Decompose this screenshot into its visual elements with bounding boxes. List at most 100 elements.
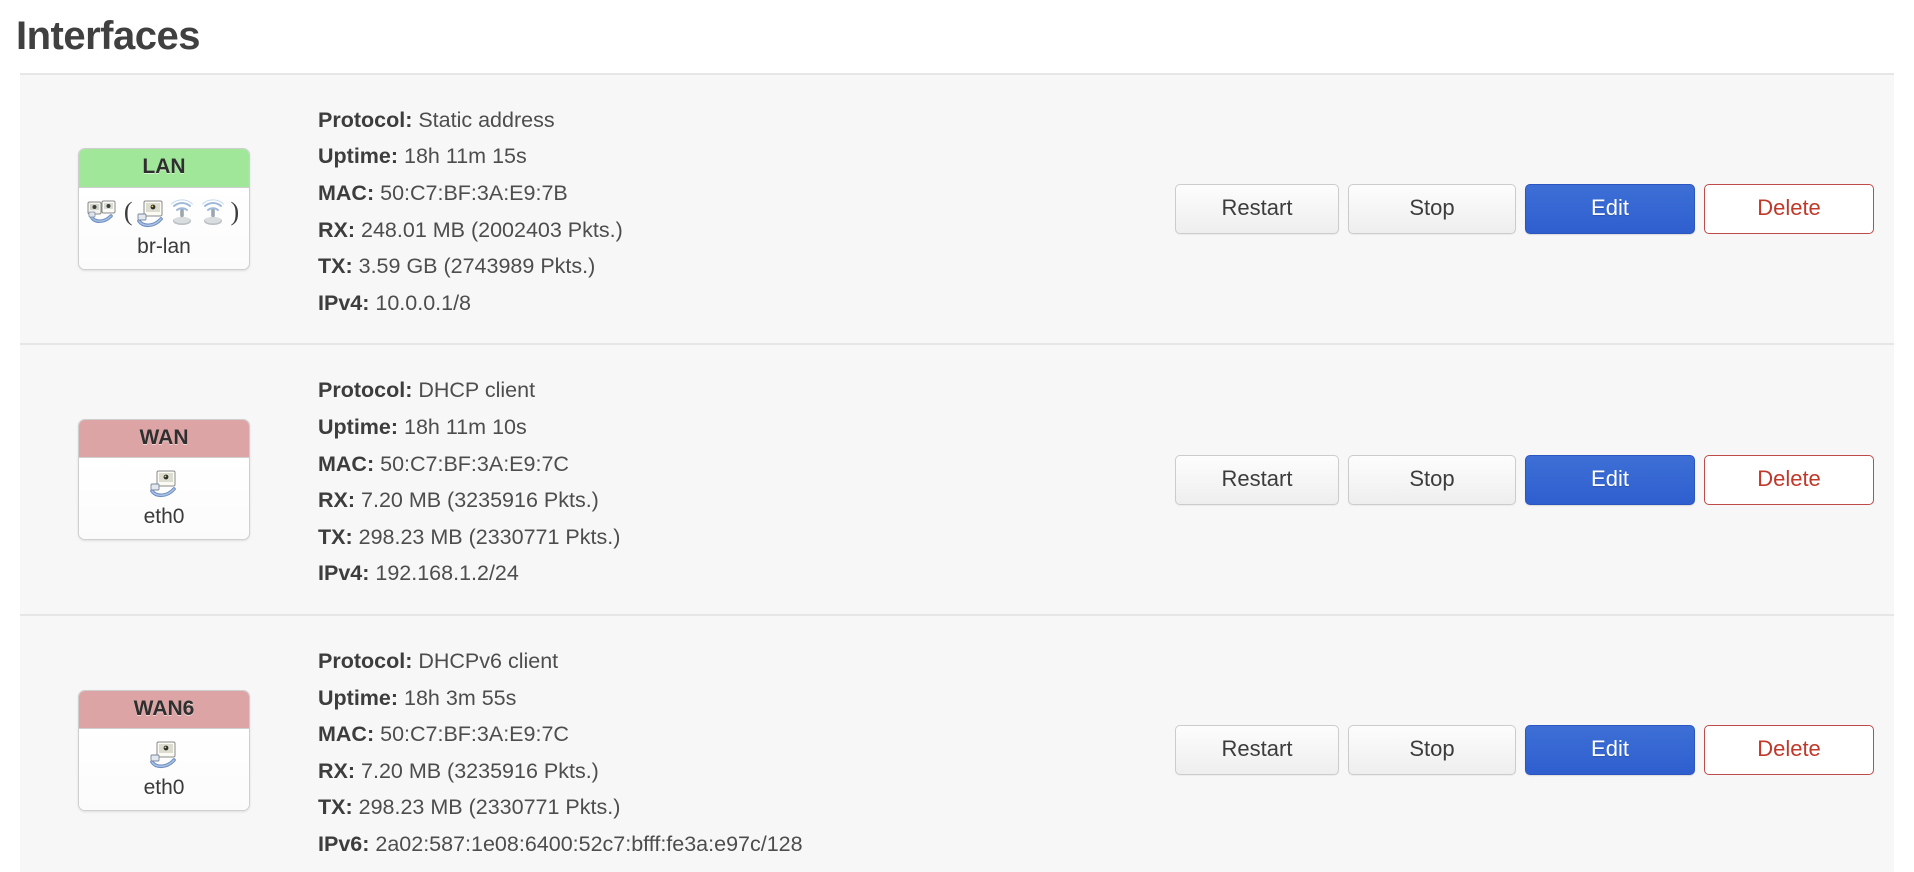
wireless-icon: [198, 198, 228, 229]
info-protocol: Protocol: DHCP client: [318, 372, 1175, 409]
ethernet-icon: [149, 469, 179, 499]
stop-button[interactable]: Stop: [1348, 184, 1516, 235]
delete-button[interactable]: Delete: [1704, 454, 1874, 505]
info-protocol-value: Static address: [418, 107, 555, 132]
interface-badge-body: () br-lan: [79, 187, 249, 269]
info-ip-label: IPv4:: [318, 561, 370, 586]
info-protocol: Protocol: Static address: [318, 102, 1175, 139]
interface-badge[interactable]: WAN eth0: [78, 419, 250, 541]
ethernet-icon: [136, 199, 166, 229]
interface-info: Protocol: DHCPv6 client Uptime: 18h 3m 5…: [308, 616, 1175, 872]
interface-badge-body: eth0: [79, 728, 249, 810]
interface-actions: Restart Stop Edit Delete: [1175, 345, 1894, 614]
stop-button[interactable]: Stop: [1348, 454, 1516, 505]
edit-button[interactable]: Edit: [1525, 454, 1695, 505]
interface-actions: Restart Stop Edit Delete: [1175, 616, 1894, 872]
info-rx: RX: 7.20 MB (3235916 Pkts.): [318, 753, 1175, 790]
delete-button[interactable]: Delete: [1704, 725, 1874, 776]
info-ip-value: 10.0.0.1/8: [375, 290, 472, 315]
info-mac: MAC: 50:C7:BF:3A:E9:7C: [318, 716, 1175, 753]
interface-name-label: LAN: [79, 149, 249, 188]
info-rx-value: 7.20 MB (3235916 Pkts.): [361, 488, 599, 513]
paren-open: (: [123, 196, 133, 226]
info-uptime-value: 18h 11m 15s: [404, 144, 527, 169]
interface-row: WAN6 eth0 Protocol: DHCPv6 client Uptime…: [20, 615, 1894, 872]
interface-actions: Restart Stop Edit Delete: [1175, 75, 1894, 344]
page-title: Interfaces: [16, 14, 200, 58]
info-ip-value: 192.168.1.2/24: [375, 561, 519, 586]
info-mac-label: MAC:: [318, 180, 375, 205]
info-mac-value: 50:C7:BF:3A:E9:7C: [380, 451, 569, 476]
info-tx-value: 298.23 MB (2330771 Pkts.): [358, 524, 621, 549]
info-ip-label: IPv4:: [318, 290, 370, 315]
info-rx-label: RX:: [318, 758, 356, 783]
ethernet-icon: [149, 740, 179, 770]
info-rx-value: 7.20 MB (3235916 Pkts.): [361, 758, 599, 783]
info-rx: RX: 7.20 MB (3235916 Pkts.): [318, 482, 1175, 519]
interface-name-label: WAN6: [79, 690, 249, 729]
info-mac-value: 50:C7:BF:3A:E9:7C: [380, 722, 569, 747]
info-ip-value: 2a02:587:1e08:6400:52c7:bfff:fe3a:e97c/1…: [375, 831, 803, 856]
interface-badge[interactable]: WAN6 eth0: [78, 689, 250, 811]
bridge-icon: [87, 199, 121, 229]
info-rx-label: RX:: [318, 217, 356, 242]
info-uptime-value: 18h 3m 55s: [404, 685, 517, 710]
interface-device-icons: (): [85, 197, 243, 231]
interface-device-name: eth0: [143, 505, 185, 529]
info-protocol-label: Protocol:: [318, 648, 413, 673]
info-mac-label: MAC:: [318, 722, 375, 747]
paren-close: ): [230, 196, 240, 226]
info-rx-label: RX:: [318, 488, 356, 513]
info-ip: IPv6: 2a02:587:1e08:6400:52c7:bfff:fe3a:…: [318, 826, 1175, 863]
restart-button[interactable]: Restart: [1175, 725, 1339, 776]
interface-badge[interactable]: LAN () br-lan: [78, 148, 250, 270]
interface-row: LAN () br-lan Protocol: Static address …: [20, 74, 1894, 346]
restart-button[interactable]: Restart: [1175, 184, 1339, 235]
interface-device-name: br-lan: [137, 234, 191, 258]
info-protocol-value: DHCP client: [418, 378, 536, 403]
info-protocol: Protocol: DHCPv6 client: [318, 643, 1175, 680]
info-mac: MAC: 50:C7:BF:3A:E9:7B: [318, 175, 1175, 212]
interface-badge-body: eth0: [79, 458, 249, 540]
stop-button[interactable]: Stop: [1348, 725, 1516, 776]
interface-badge-cell: LAN () br-lan: [20, 75, 308, 344]
interface-device-icons: [85, 467, 243, 501]
info-tx-value: 298.23 MB (2330771 Pkts.): [358, 795, 621, 820]
info-mac: MAC: 50:C7:BF:3A:E9:7C: [318, 446, 1175, 483]
info-protocol-value: DHCPv6 client: [418, 648, 559, 673]
info-ip: IPv4: 10.0.0.1/8: [318, 285, 1175, 322]
interface-row: WAN eth0 Protocol: DHCP client Uptime: 1…: [20, 345, 1894, 616]
info-tx: TX: 298.23 MB (2330771 Pkts.): [318, 789, 1175, 826]
interface-info: Protocol: Static address Uptime: 18h 11m…: [308, 75, 1175, 344]
info-uptime-value: 18h 11m 10s: [404, 414, 527, 439]
info-rx-value: 248.01 MB (2002403 Pkts.): [361, 217, 623, 242]
info-uptime-label: Uptime:: [318, 144, 399, 169]
info-mac-label: MAC:: [318, 451, 375, 476]
interface-info: Protocol: DHCP client Uptime: 18h 11m 10…: [308, 345, 1175, 614]
info-uptime: Uptime: 18h 11m 10s: [318, 409, 1175, 446]
info-ip: IPv4: 192.168.1.2/24: [318, 555, 1175, 592]
interface-device-name: eth0: [143, 775, 185, 799]
edit-button[interactable]: Edit: [1525, 725, 1695, 776]
edit-button[interactable]: Edit: [1525, 184, 1695, 235]
delete-button[interactable]: Delete: [1704, 184, 1874, 235]
info-protocol-label: Protocol:: [318, 107, 413, 132]
restart-button[interactable]: Restart: [1175, 454, 1339, 505]
interfaces-page: Interfaces LAN () br-lan Protocol: Stat…: [0, 0, 1914, 872]
info-tx: TX: 298.23 MB (2330771 Pkts.): [318, 519, 1175, 556]
info-rx: RX: 248.01 MB (2002403 Pkts.): [318, 212, 1175, 249]
info-ip-label: IPv6:: [318, 831, 370, 856]
info-mac-value: 50:C7:BF:3A:E9:7B: [380, 180, 568, 205]
info-tx-label: TX:: [318, 524, 353, 549]
info-protocol-label: Protocol:: [318, 378, 413, 403]
info-uptime: Uptime: 18h 3m 55s: [318, 680, 1175, 717]
info-tx-label: TX:: [318, 254, 353, 279]
info-uptime: Uptime: 18h 11m 15s: [318, 138, 1175, 175]
info-tx: TX: 3.59 GB (2743989 Pkts.): [318, 248, 1175, 285]
info-uptime-label: Uptime:: [318, 414, 399, 439]
info-uptime-label: Uptime:: [318, 685, 399, 710]
interface-badge-cell: WAN6 eth0: [20, 616, 308, 872]
interface-device-icons: [85, 738, 243, 772]
info-tx-value: 3.59 GB (2743989 Pkts.): [358, 254, 596, 279]
interface-badge-cell: WAN eth0: [20, 345, 308, 614]
